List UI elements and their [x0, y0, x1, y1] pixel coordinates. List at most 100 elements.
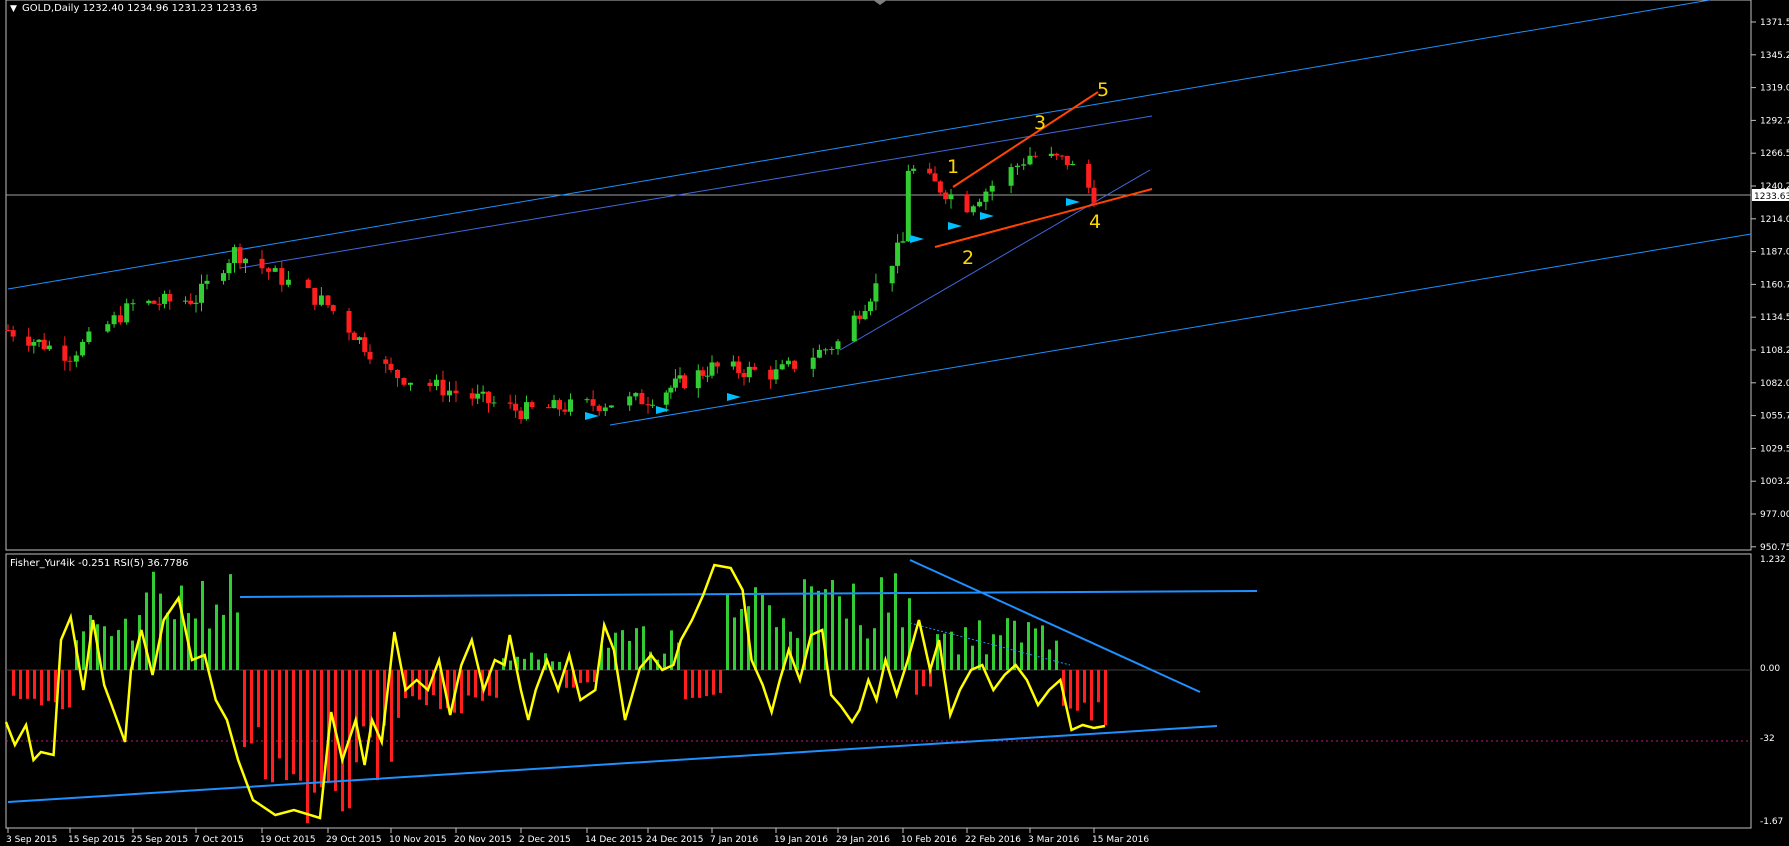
- candle-body: [266, 268, 272, 272]
- histogram-bar: [775, 627, 778, 670]
- candle-body: [768, 369, 774, 380]
- time-tick-label: 29 Jan 2016: [836, 835, 890, 845]
- histogram-bar: [33, 670, 36, 699]
- candle-body: [362, 337, 368, 352]
- candle-body: [395, 369, 400, 379]
- candle-body: [346, 310, 352, 333]
- candle-body: [608, 405, 614, 408]
- histogram-bar: [474, 670, 477, 698]
- histogram-bar: [1027, 622, 1030, 670]
- candle-body: [272, 268, 278, 272]
- histogram-bar: [222, 614, 225, 670]
- candle-body: [330, 305, 336, 311]
- candle-body: [1027, 155, 1033, 165]
- histogram-bar: [257, 670, 260, 728]
- candle-body: [357, 337, 362, 341]
- histogram-bar: [1041, 625, 1044, 670]
- time-tick-label: 14 Dec 2015: [585, 835, 643, 845]
- histogram-bar: [1090, 670, 1093, 721]
- current-price-tag: 1233.63: [1754, 192, 1789, 202]
- candle-body: [983, 191, 989, 202]
- symbol-header: GOLD,Daily 1232.40 1234.96 1231.23 1233.…: [22, 3, 258, 14]
- candle-body: [36, 339, 42, 342]
- price-tick-label: 1055.75: [1760, 412, 1789, 422]
- histogram-bar: [194, 618, 197, 670]
- histogram-bar: [887, 612, 890, 670]
- histogram-bar: [894, 573, 897, 670]
- candle-body: [312, 287, 318, 305]
- histogram-bar: [880, 577, 883, 670]
- candle-body: [226, 263, 232, 274]
- indicator-descending-trendline[interactable]: [909, 559, 1201, 693]
- price-tick-label: 1292.75: [1760, 116, 1789, 126]
- histogram-bar: [523, 658, 526, 670]
- time-tick-label: 29 Oct 2015: [326, 835, 382, 845]
- resistance-line[interactable]: [239, 115, 1153, 269]
- candle-body: [857, 315, 863, 320]
- candle-body: [911, 168, 917, 171]
- trading-chart[interactable]: ▼ GOLD,Daily 1232.40 1234.96 1231.23 123…: [0, 0, 1789, 846]
- candle-body: [440, 379, 446, 396]
- price-tick-label: 1371.50: [1760, 18, 1789, 28]
- candle-body: [188, 300, 194, 304]
- histogram-bar: [859, 625, 862, 670]
- candle-body: [469, 393, 475, 399]
- candle-body: [518, 410, 524, 420]
- histogram-bar: [250, 670, 253, 744]
- candle-body: [596, 405, 602, 411]
- histogram-bar: [1069, 670, 1072, 709]
- indicator-tick-label: 0.00: [1760, 664, 1780, 674]
- candle-body: [1032, 155, 1038, 157]
- histogram-bar: [635, 628, 638, 670]
- channel-lower-line[interactable]: [609, 233, 1752, 426]
- histogram-bar: [278, 670, 281, 759]
- price-tick-label: 1134.50: [1760, 313, 1789, 323]
- signal-arrow: [656, 406, 670, 414]
- indicator-top-trendline[interactable]: [239, 590, 1258, 598]
- candle-body: [221, 273, 226, 281]
- histogram-bar: [467, 670, 470, 696]
- candle-body: [1008, 167, 1014, 186]
- indicator-bottom-trendline[interactable]: [7, 725, 1218, 803]
- candle-body: [905, 170, 911, 242]
- candle-body: [305, 279, 311, 288]
- histogram-bar: [285, 670, 288, 781]
- histogram-bar: [845, 618, 848, 670]
- candle-body: [73, 355, 79, 362]
- candle-body: [650, 404, 656, 406]
- candle-body: [816, 349, 822, 358]
- time-tick-label: 22 Feb 2016: [965, 835, 1021, 845]
- candle-body: [325, 295, 331, 306]
- histogram-bar: [271, 670, 274, 783]
- price-tick-label: 1266.50: [1760, 149, 1789, 159]
- histogram-bar: [1034, 628, 1037, 670]
- channel-upper-line[interactable]: [7, 0, 1711, 290]
- candle-body: [486, 391, 491, 403]
- candle-body: [1091, 187, 1097, 203]
- histogram-bar: [1104, 670, 1107, 726]
- support-line[interactable]: [839, 169, 1151, 351]
- signal-arrows: [585, 198, 1080, 420]
- candle-body: [199, 283, 204, 303]
- candle-body: [1014, 165, 1020, 168]
- wedge-upper-line[interactable]: [952, 91, 1099, 188]
- candle-body: [862, 311, 868, 320]
- candle-body: [151, 300, 157, 304]
- candle-body: [204, 280, 210, 284]
- time-tick-label: 19 Jan 2016: [774, 835, 828, 845]
- price-tick-label: 950.75: [1760, 543, 1789, 553]
- histogram-bar: [390, 670, 393, 762]
- symbol-header-arrow[interactable]: ▼: [10, 4, 17, 14]
- candle-body: [80, 341, 86, 356]
- histogram-bar: [684, 670, 687, 700]
- time-tick-label: 2 Dec 2015: [519, 835, 571, 845]
- candle-body: [989, 185, 995, 192]
- candle-body: [167, 293, 173, 302]
- candle-body: [453, 390, 459, 394]
- time-tick-label: 3 Sep 2015: [6, 835, 57, 845]
- signal-arrow: [910, 235, 924, 243]
- candle-body: [232, 247, 237, 264]
- candle-body: [551, 400, 557, 409]
- candle-body: [388, 363, 394, 370]
- histogram-bar: [607, 647, 610, 670]
